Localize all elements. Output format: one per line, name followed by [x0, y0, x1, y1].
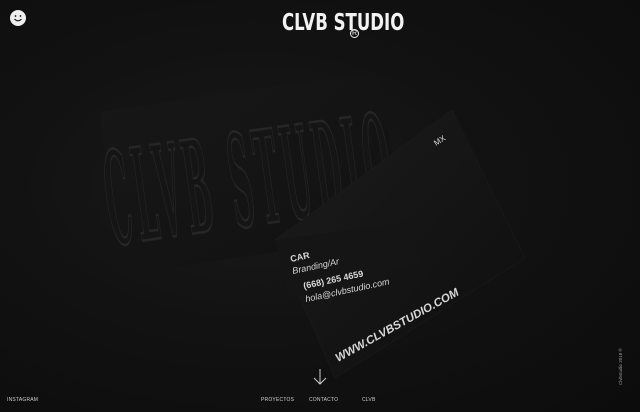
instagram-link[interactable]: INSTAGRAM	[7, 397, 38, 403]
site-logo[interactable]: CLVB STUDIO R	[282, 8, 452, 42]
hero-photo: CLVB STUDIO MX WWW.CLVBSTUDIO.COM CAR Br…	[95, 72, 526, 379]
copyright-side-text: Clvbstudio 2018 ®	[618, 348, 623, 385]
arrow-down-icon[interactable]	[311, 368, 329, 386]
logo-text: CLVB STUDIO	[282, 10, 405, 36]
nav-contacto[interactable]: CONTACTO	[309, 397, 338, 403]
smiley-icon[interactable]	[10, 10, 26, 26]
registered-mark-icon: R	[350, 29, 359, 38]
hero-section: CLVB STUDIO MX WWW.CLVBSTUDIO.COM CAR Br…	[0, 0, 640, 412]
nav-clvb[interactable]: CLVB	[362, 397, 376, 403]
nav-proyectos[interactable]: PROYECTOS	[261, 397, 294, 403]
